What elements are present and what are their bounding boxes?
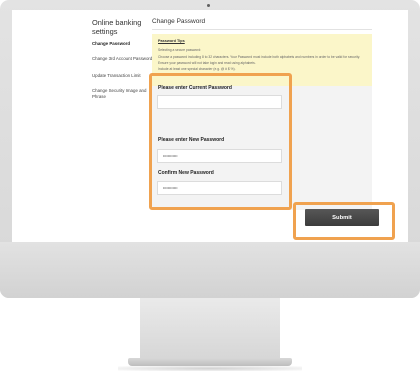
tips-intro: Selecting a secure password: <box>158 48 202 52</box>
tips-line: Choose a password including 8 to 32 char… <box>158 55 361 59</box>
sidebar-item-change-security-image[interactable]: Change Security Image and Phrase <box>92 88 154 100</box>
sidebar-item-change-3rd-account-password[interactable]: Change 3rd Account Password <box>92 56 154 62</box>
monitor-stand <box>140 298 280 360</box>
camera-dot <box>207 4 210 7</box>
sidebar-heading: Online banking settings <box>92 18 142 36</box>
title-divider <box>152 29 372 30</box>
sidebar-item-change-password[interactable]: Change Password <box>92 41 154 47</box>
tips-line: Ensure your password will not take login… <box>158 61 256 65</box>
form-highlight-outline <box>149 73 292 210</box>
monitor-stand-base <box>128 358 292 366</box>
page-title: Change Password <box>152 18 206 25</box>
sidebar-item-update-transaction-limit[interactable]: Update Transaction Limit <box>92 73 154 79</box>
tips-line: Include at least one special character (… <box>158 67 236 71</box>
stand-shadow <box>118 366 302 371</box>
monitor-chin <box>0 242 420 298</box>
tips-title: Password Tips <box>158 39 185 43</box>
screen: Online banking settings Change Password … <box>12 10 408 242</box>
submit-button[interactable]: Submit <box>305 209 379 226</box>
monitor-frame: Online banking settings Change Password … <box>0 0 420 298</box>
